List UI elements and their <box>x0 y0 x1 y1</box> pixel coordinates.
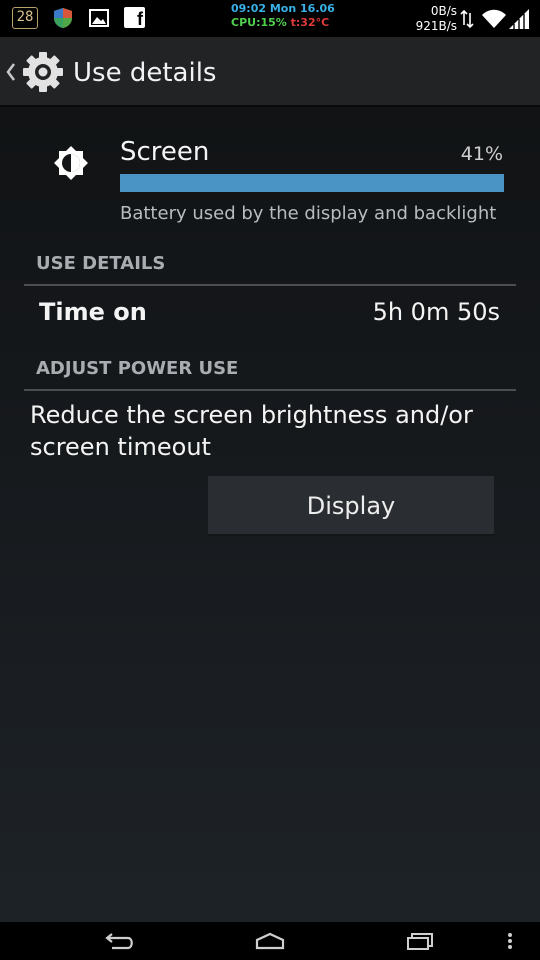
chevron-left-icon[interactable] <box>5 62 17 82</box>
power-advice-text: Reduce the screen brightness and/or scre… <box>30 401 473 461</box>
wifi-icon <box>482 9 506 28</box>
page-title: Use details <box>73 58 217 88</box>
cpu-text: CPU:15% <box>231 16 287 29</box>
usage-bar <box>120 174 504 192</box>
section-header-adjust-power: ADJUST POWER USE <box>36 358 239 379</box>
temperature-text: t:32°C <box>290 16 330 29</box>
usage-description: Battery used by the display and backligh… <box>120 203 497 224</box>
time-on-label: Time on <box>39 298 147 326</box>
home-icon[interactable] <box>254 932 286 950</box>
time-date-text: 09:02 Mon 16.06 <box>231 2 335 15</box>
signal-icon <box>509 9 529 29</box>
navigation-bar <box>0 922 540 960</box>
section-header-use-details: USE DETAILS <box>36 253 166 274</box>
facebook-icon: f <box>124 7 145 28</box>
back-icon[interactable] <box>102 932 136 952</box>
data-arrows-icon <box>460 9 474 29</box>
status-center-readout: 09:02 Mon 16.06 CPU:15% t:32°C <box>231 2 335 30</box>
section-divider <box>24 389 516 391</box>
status-bar: 28 f 09:02 Mon 16.06 CPU:15% t:32°C 0B/s… <box>0 0 540 37</box>
net-up-text: 0B/s <box>430 4 457 18</box>
gear-icon[interactable] <box>20 49 66 95</box>
usage-bar-fill <box>120 174 504 192</box>
network-speed: 0B/s 921B/s <box>416 4 457 34</box>
use-details-screen: 28 f 09:02 Mon 16.06 CPU:15% t:32°C 0B/s… <box>0 0 540 960</box>
recent-apps-icon[interactable] <box>406 932 434 950</box>
notification-count-icon: 28 <box>12 7 38 29</box>
brightness-icon <box>54 146 88 180</box>
usage-percent: 41% <box>460 143 503 165</box>
usage-item-title: Screen <box>120 137 210 167</box>
menu-icon[interactable] <box>507 932 513 950</box>
action-bar: Use details <box>0 37 540 107</box>
shield-icon <box>54 8 72 28</box>
section-divider <box>24 284 516 286</box>
time-on-value: 5h 0m 50s <box>372 298 500 326</box>
display-settings-button[interactable]: Display <box>208 476 494 536</box>
gallery-icon <box>89 9 109 27</box>
net-down-text: 921B/s <box>415 19 457 33</box>
